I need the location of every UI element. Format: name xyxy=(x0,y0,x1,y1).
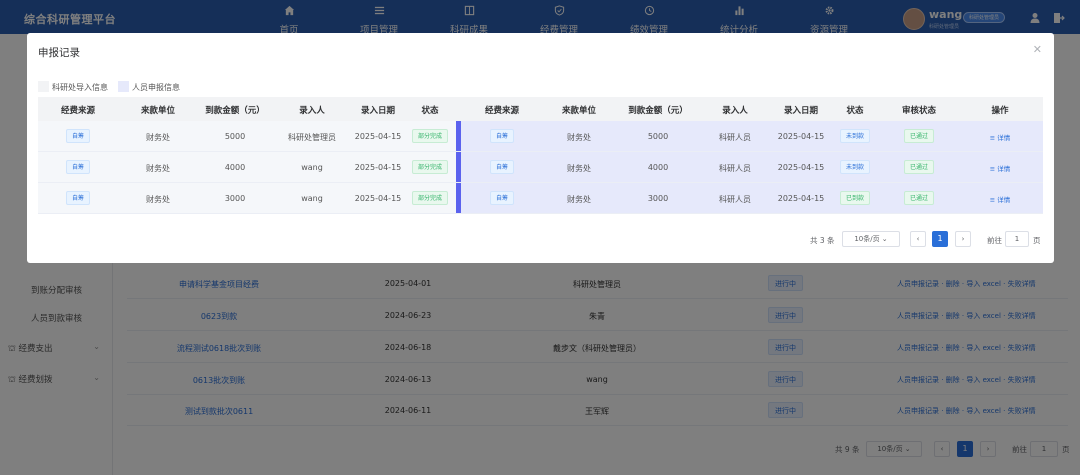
fund-source-tag: 自筹 xyxy=(65,191,91,205)
col-payer: 来款单位 xyxy=(140,106,176,116)
amount-cell: 3000 xyxy=(224,194,246,203)
goto-label: 前往 xyxy=(987,236,1002,245)
dialog-title: 申报记录 xyxy=(38,47,80,59)
amount-cell: 5000 xyxy=(224,132,246,141)
payer-cell: 财务处 xyxy=(146,133,170,142)
current-page[interactable]: 1 xyxy=(932,231,948,247)
detail-label: 详情 xyxy=(997,165,1011,173)
prev-page-button[interactable]: ‹ xyxy=(910,231,926,247)
col-entrant: 录入人 xyxy=(722,106,748,116)
page-size-value: 10条/页 xyxy=(854,235,880,243)
audit-status-tag: 已通过 xyxy=(903,160,935,174)
detail-label: 详情 xyxy=(997,134,1011,142)
close-icon[interactable]: ✕ xyxy=(1033,43,1042,56)
amount-cell: 4000 xyxy=(224,163,246,172)
col-fund-source: 经费来源 xyxy=(484,106,520,116)
personnel-cells xyxy=(461,121,1043,151)
col-audit-status: 审核状态 xyxy=(901,106,937,116)
status-tag: 未到款 xyxy=(839,160,871,174)
detail-label: 详情 xyxy=(997,196,1011,204)
fund-source-tag: 自筹 xyxy=(489,191,515,205)
fund-source-tag: 自筹 xyxy=(65,160,91,174)
status-tag: 部分完成 xyxy=(411,191,449,205)
date-cell: 2025-04-15 xyxy=(777,194,825,203)
pager-total: 共 3 条 xyxy=(810,236,835,245)
payer-cell: 财务处 xyxy=(567,195,591,204)
table-row: 自筹 财务处 4000 wang 2025-04-15 部分完成 自筹 财务处 … xyxy=(38,152,1043,183)
date-cell: 2025-04-15 xyxy=(777,163,825,172)
amount-cell: 3000 xyxy=(647,194,669,203)
col-amount: 到款金额（元） xyxy=(628,106,688,116)
entrant-cell: wang xyxy=(301,163,323,172)
legend-swatch xyxy=(118,81,129,92)
personnel-cells xyxy=(461,152,1043,182)
page-size-select[interactable]: 10条/页 ⌄ xyxy=(842,231,900,247)
audit-status-tag: 已通过 xyxy=(903,129,935,143)
detail-link[interactable]: ≡ 详情 xyxy=(990,132,1011,142)
payer-cell: 财务处 xyxy=(146,195,170,204)
status-tag: 部分完成 xyxy=(411,160,449,174)
col-status: 状态 xyxy=(846,106,864,116)
entrant-cell: 科研处管理员 xyxy=(288,133,336,142)
payer-cell: 财务处 xyxy=(146,164,170,173)
date-cell: 2025-04-15 xyxy=(777,132,825,141)
entrant-cell: 科研人员 xyxy=(719,164,751,173)
entrant-cell: 科研人员 xyxy=(719,133,751,142)
audit-status-tag: 已通过 xyxy=(903,191,935,205)
personnel-cells xyxy=(461,183,1043,213)
col-payer: 来款单位 xyxy=(561,106,597,116)
col-entry-date: 录入日期 xyxy=(783,106,819,116)
col-fund-source: 经费来源 xyxy=(60,106,96,116)
detail-link[interactable]: ≡ 详情 xyxy=(990,194,1011,204)
col-operation: 操作 xyxy=(991,106,1009,116)
payer-cell: 财务处 xyxy=(567,164,591,173)
legend-label: 科研处导入信息 xyxy=(52,83,108,92)
fund-source-tag: 自筹 xyxy=(489,160,515,174)
legend-label: 人员申报信息 xyxy=(132,83,180,92)
next-page-button[interactable]: › xyxy=(955,231,971,247)
date-cell: 2025-04-15 xyxy=(354,194,402,203)
status-tag: 已到款 xyxy=(839,191,871,205)
amount-cell: 4000 xyxy=(647,163,669,172)
entrant-cell: wang xyxy=(301,194,323,203)
table-header: 经费来源 来款单位 到款金额（元） 录入人 录入日期 状态 经费来源 来款单位 … xyxy=(38,97,1043,121)
col-amount: 到款金额（元） xyxy=(205,106,265,116)
status-tag: 部分完成 xyxy=(411,129,449,143)
date-cell: 2025-04-15 xyxy=(354,132,402,141)
declaration-records-dialog: 申报记录 ✕ 科研处导入信息 人员申报信息 经费来源 来款单位 到款金额（元） … xyxy=(27,33,1054,263)
col-entrant: 录入人 xyxy=(299,106,325,116)
fund-source-tag: 自筹 xyxy=(489,129,515,143)
payer-cell: 财务处 xyxy=(567,133,591,142)
entrant-cell: 科研人员 xyxy=(719,195,751,204)
detail-icon: ≡ xyxy=(989,134,998,142)
table-row: 自筹 财务处 5000 科研处管理员 2025-04-15 部分完成 自筹 财务… xyxy=(38,121,1043,152)
fund-source-tag: 自筹 xyxy=(65,129,91,143)
legend-swatch xyxy=(38,81,49,92)
detail-link[interactable]: ≡ 详情 xyxy=(990,163,1011,173)
amount-cell: 5000 xyxy=(647,132,669,141)
col-status: 状态 xyxy=(421,106,439,116)
status-tag: 未到款 xyxy=(839,129,871,143)
date-cell: 2025-04-15 xyxy=(354,163,402,172)
table-row: 自筹 财务处 3000 wang 2025-04-15 部分完成 自筹 财务处 … xyxy=(38,183,1043,214)
detail-icon: ≡ xyxy=(989,196,998,204)
page-unit: 页 xyxy=(1033,236,1041,245)
detail-icon: ≡ xyxy=(989,165,998,173)
col-entry-date: 录入日期 xyxy=(360,106,396,116)
goto-page-input[interactable]: 1 xyxy=(1005,231,1029,247)
